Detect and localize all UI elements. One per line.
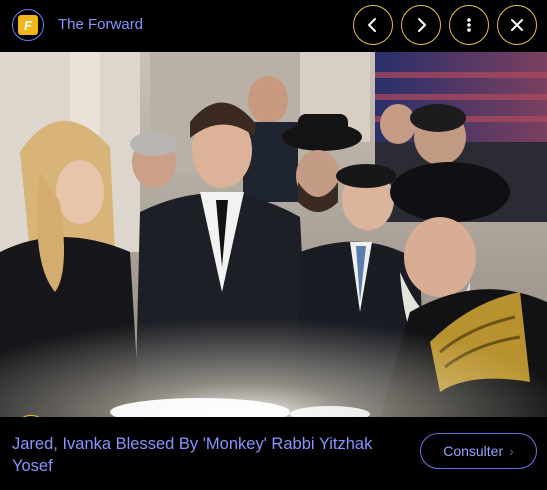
visit-button-label: Consulter [443, 443, 504, 459]
image-caption-link[interactable]: Jared, Ivanka Blessed By 'Monkey' Rabbi … [12, 433, 407, 477]
previous-button[interactable] [353, 5, 393, 45]
more-options-button[interactable] [449, 5, 489, 45]
image-viewer: F The Forward Jared, Ivanka Blessed By '… [0, 0, 547, 490]
main-photo[interactable] [0, 52, 547, 417]
next-button[interactable] [401, 5, 441, 45]
source-logo[interactable]: F [12, 9, 44, 41]
more-vertical-icon [467, 18, 471, 32]
caption-bar: Jared, Ivanka Blessed By 'Monkey' Rabbi … [0, 417, 547, 490]
close-icon [511, 19, 523, 31]
chevron-right-icon [418, 18, 426, 32]
chevron-left-icon [368, 18, 376, 32]
viewer-header: F The Forward [0, 0, 547, 52]
source-logo-icon: F [18, 15, 38, 35]
photo-illustration [0, 52, 547, 417]
visit-button[interactable]: Consulter › [420, 433, 537, 469]
close-button[interactable] [497, 5, 537, 45]
source-name[interactable]: The Forward [58, 16, 143, 33]
chevron-right-icon: › [509, 443, 514, 459]
